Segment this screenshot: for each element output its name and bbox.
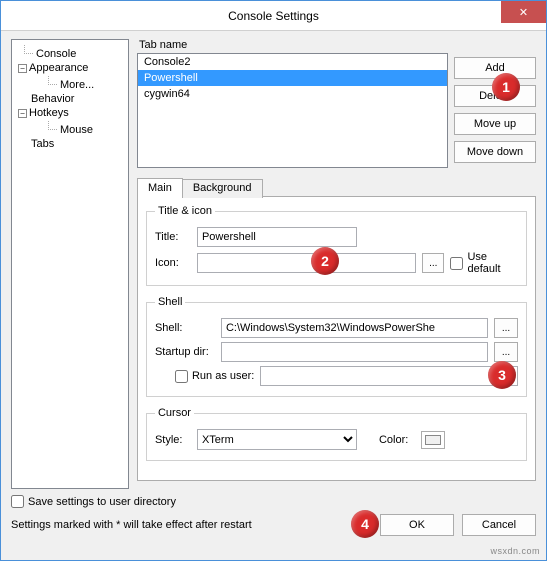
color-label: Color:	[379, 434, 415, 446]
shell-input[interactable]	[221, 318, 488, 338]
icon-input[interactable]	[197, 253, 416, 273]
tab-list-label: Tab name	[137, 39, 448, 51]
startup-dir-label: Startup dir:	[155, 346, 215, 358]
startup-dir-input[interactable]	[221, 342, 488, 362]
tab-name-listbox[interactable]: Console2 Powershell cygwin64	[137, 53, 448, 168]
group-title-icon: Title & icon Title: Icon: ... Use defaul…	[146, 205, 527, 286]
delete-button[interactable]: Delete	[454, 85, 536, 107]
group-cursor: Cursor Style: XTerm Color:	[146, 407, 527, 461]
nav-tree[interactable]: Console −Appearance More... Behavior −Ho…	[11, 39, 129, 489]
list-item[interactable]: Powershell	[138, 70, 447, 86]
use-default-checkbox[interactable]: Use default	[450, 251, 518, 275]
tree-item-behavior[interactable]: Behavior	[14, 92, 126, 106]
list-item[interactable]: cygwin64	[138, 86, 447, 102]
icon-label: Icon:	[155, 257, 191, 269]
save-to-user-dir-checkbox[interactable]: Save settings to user directory	[11, 495, 536, 508]
move-down-button[interactable]: Move down	[454, 141, 536, 163]
legend-title-icon: Title & icon	[155, 205, 215, 217]
tab-content-main: Title & icon Title: Icon: ... Use defaul…	[137, 196, 536, 481]
title-label: Title:	[155, 231, 191, 243]
cursor-style-select[interactable]: XTerm	[197, 429, 357, 450]
window-body: 1 2 3 4 Console −Appearance More... Beha…	[1, 31, 546, 560]
tree-item-more[interactable]: More...	[14, 75, 126, 92]
close-icon: ✕	[519, 6, 528, 19]
ok-button[interactable]: OK	[380, 514, 454, 536]
tab-background[interactable]: Background	[182, 179, 263, 198]
cancel-button[interactable]: Cancel	[462, 514, 536, 536]
collapse-icon[interactable]: −	[18, 109, 27, 118]
run-as-user-input[interactable]	[260, 366, 518, 386]
shell-browse-button[interactable]: ...	[494, 318, 518, 338]
title-input[interactable]	[197, 227, 357, 247]
run-as-user-checkbox[interactable]: Run as user:	[175, 370, 254, 383]
cursor-color-swatch[interactable]	[421, 431, 445, 449]
icon-browse-button[interactable]: ...	[422, 253, 444, 273]
style-label: Style:	[155, 434, 191, 446]
list-item[interactable]: Console2	[138, 54, 447, 70]
legend-cursor: Cursor	[155, 407, 194, 419]
shell-label: Shell:	[155, 322, 215, 334]
close-button[interactable]: ✕	[501, 1, 546, 23]
collapse-icon[interactable]: −	[18, 64, 27, 73]
tree-item-hotkeys[interactable]: −Hotkeys	[14, 106, 126, 120]
tree-item-console[interactable]: Console	[14, 44, 126, 61]
startup-browse-button[interactable]: ...	[494, 342, 518, 362]
tree-item-mouse[interactable]: Mouse	[14, 120, 126, 137]
add-button[interactable]: Add	[454, 57, 536, 79]
window-title: Console Settings	[228, 9, 319, 23]
tab-main[interactable]: Main	[137, 178, 183, 197]
legend-shell: Shell	[155, 296, 185, 308]
restart-note: Settings marked with * will take effect …	[11, 519, 380, 531]
move-up-button[interactable]: Move up	[454, 113, 536, 135]
group-shell: Shell Shell: ... Startup dir: ...	[146, 296, 527, 397]
settings-window: Console Settings ✕ 1 2 3 4 Console −Appe…	[0, 0, 547, 561]
tree-item-tabs[interactable]: Tabs	[14, 137, 126, 151]
watermark: wsxdn.com	[490, 546, 540, 556]
titlebar: Console Settings ✕	[1, 1, 546, 31]
tree-item-appearance[interactable]: −Appearance	[14, 61, 126, 75]
